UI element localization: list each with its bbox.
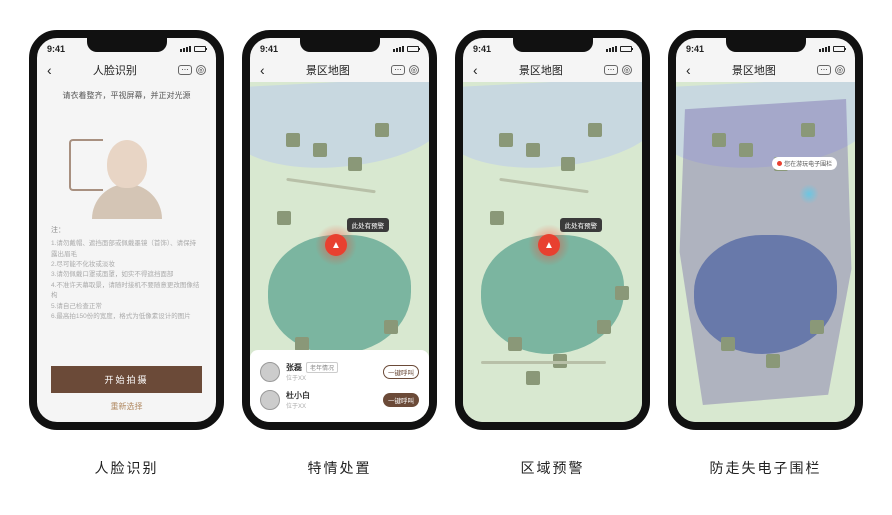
page-title: 人脸识别 — [93, 62, 137, 78]
back-icon[interactable]: ‹ — [686, 62, 691, 78]
phone-notch — [87, 38, 167, 52]
battery-icon — [833, 46, 845, 52]
phone-face-recognition: 9:41 ‹ 人脸识别 ⋯ ◎ 请衣着整齐，平视屏幕，并正对光源 注： — [29, 30, 224, 430]
status-time: 9:41 — [260, 44, 278, 54]
page-title: 景区地图 — [732, 62, 776, 78]
back-icon[interactable]: ‹ — [473, 62, 478, 78]
alert-label: 此处有预警 — [347, 218, 390, 232]
call-button[interactable]: 一键呼叫 — [383, 365, 419, 379]
signal-icon — [180, 46, 191, 52]
battery-icon — [620, 46, 632, 52]
signal-icon — [819, 46, 830, 52]
screen-caption: 区域预警 — [521, 458, 585, 478]
avatar — [260, 390, 280, 410]
bell-icon: ▲ — [325, 234, 347, 256]
face-illustration — [51, 109, 202, 219]
page-title: 景区地图 — [306, 62, 350, 78]
title-bar: ‹ 景区地图 ⋯ ◎ — [463, 56, 642, 84]
target-icon[interactable]: ◎ — [835, 65, 845, 75]
person-row[interactable]: 杜小白 位于XX 一键呼叫 — [260, 386, 419, 414]
reselect-button[interactable]: 重新选择 — [51, 401, 202, 412]
notes-section: 注： 1.请勿戴帽、遮挡面部或佩戴墨镜（首饰）、请保持露出眉毛 2.尽可能不化妆… — [51, 225, 202, 360]
phone-notch — [726, 38, 806, 52]
person-row[interactable]: 张磊老年情况 位于XX 一键呼叫 — [260, 358, 419, 386]
alert-pin[interactable]: ▲ — [325, 234, 347, 256]
battery-icon — [407, 46, 419, 52]
phone-notch — [513, 38, 593, 52]
phone-incident-handling: 9:41 ‹ 景区地图 ⋯ ◎ ▲ 此处有预 — [242, 30, 437, 430]
back-icon[interactable]: ‹ — [47, 62, 52, 78]
people-sheet: 张磊老年情况 位于XX 一键呼叫 杜小白 位于XX 一键呼叫 — [250, 350, 429, 422]
target-icon[interactable]: ◎ — [196, 65, 206, 75]
title-bar: ‹ 景区地图 ⋯ ◎ — [250, 56, 429, 84]
screen-caption: 特情处置 — [308, 458, 372, 478]
target-icon[interactable]: ◎ — [622, 65, 632, 75]
scenic-map[interactable]: ▲ 此处有预警 — [463, 82, 642, 422]
scenic-map[interactable]: ▲ 此处有预警 张磊老年情况 位于XX 一键呼叫 杜小白 位于XX — [250, 82, 429, 422]
screen-caption: 人脸识别 — [95, 458, 159, 478]
title-bar: ‹ 人脸识别 ⋯ ◎ — [37, 56, 216, 84]
more-icon[interactable]: ⋯ — [391, 65, 405, 75]
bell-icon: ▲ — [538, 234, 560, 256]
status-time: 9:41 — [47, 44, 65, 54]
call-button[interactable]: 一键呼叫 — [383, 393, 419, 407]
start-capture-button[interactable]: 开始拍摄 — [51, 366, 202, 393]
status-time: 9:41 — [686, 44, 704, 54]
target-icon[interactable]: ◎ — [409, 65, 419, 75]
status-time: 9:41 — [473, 44, 491, 54]
more-icon[interactable]: ⋯ — [817, 65, 831, 75]
more-icon[interactable]: ⋯ — [604, 65, 618, 75]
phone-area-alert: 9:41 ‹ 景区地图 ⋯ ◎ ▲ — [455, 30, 650, 430]
fence-status-tag: 您在游玩电子围栏 — [772, 157, 837, 170]
more-icon[interactable]: ⋯ — [178, 65, 192, 75]
phone-geofence: 9:41 ‹ 景区地图 ⋯ ◎ 您在游玩电子围栏 — [668, 30, 863, 430]
back-icon[interactable]: ‹ — [260, 62, 265, 78]
signal-icon — [393, 46, 404, 52]
alert-label: 此处有预警 — [560, 218, 603, 232]
geofence-overlay — [676, 82, 855, 422]
page-title: 景区地图 — [519, 62, 563, 78]
battery-icon — [194, 46, 206, 52]
title-bar: ‹ 景区地图 ⋯ ◎ — [676, 56, 855, 84]
alert-pin[interactable]: ▲ — [538, 234, 560, 256]
signal-icon — [606, 46, 617, 52]
avatar — [260, 362, 280, 382]
scenic-map[interactable]: 您在游玩电子围栏 — [676, 82, 855, 422]
screen-caption: 防走失电子围栏 — [710, 458, 822, 478]
phone-notch — [300, 38, 380, 52]
instruction-text: 请衣着整齐，平视屏幕，并正对光源 — [51, 90, 202, 101]
